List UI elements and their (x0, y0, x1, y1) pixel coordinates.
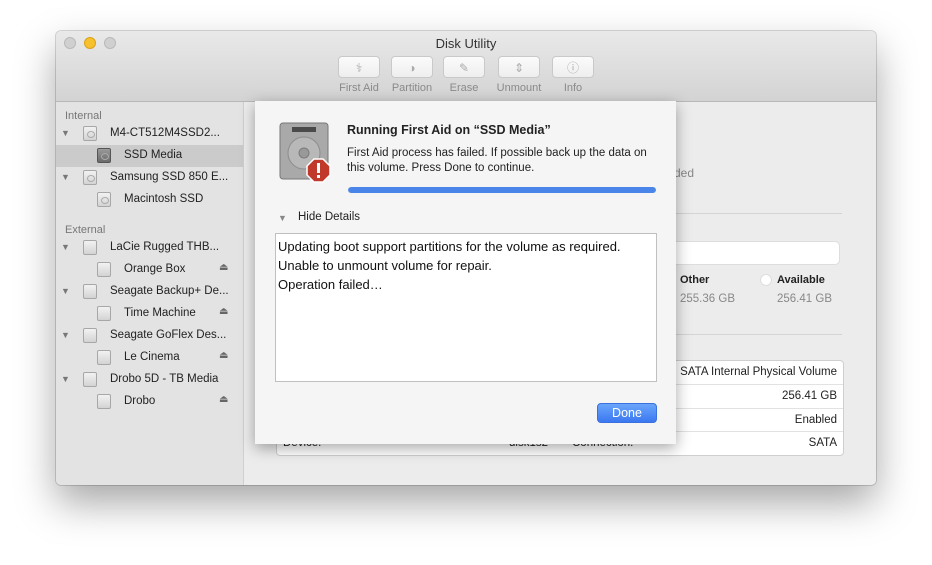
unmount-button[interactable]: ⇕ Unmount (497, 56, 541, 94)
sidebar-item-seagate-goflex-disk[interactable]: ▼ Seagate GoFlex Des... (56, 325, 243, 347)
disclosure-triangle-icon[interactable]: ▼ (61, 286, 70, 296)
legend-available-value: 256.41 GB (777, 293, 832, 305)
external-volume-icon (97, 306, 111, 321)
info-value: 256.41 GB (782, 390, 837, 402)
sheet-title: Running First Aid on “SSD Media” (347, 123, 551, 137)
log-line: Updating boot support partitions for the… (278, 239, 621, 254)
sidebar: Internal ▼ M4-CT512M4SSD2... SSD Media ▼… (56, 102, 244, 485)
info-button[interactable]: ⓘ Info (551, 56, 595, 94)
sidebar-item-label: Orange Box (124, 263, 186, 275)
legend-available-label: Available (777, 274, 825, 286)
log-line: Operation failed… (278, 277, 383, 292)
disclosure-triangle-icon[interactable]: ▼ (61, 172, 70, 182)
first-aid-button[interactable]: ⚕ First Aid (337, 56, 381, 94)
progress-bar (348, 187, 656, 193)
sheet-message: First Aid process has failed. If possibl… (347, 147, 647, 174)
disclosure-triangle-icon[interactable]: ▼ (61, 330, 70, 340)
info-label: Info (563, 82, 583, 94)
window-title: Disk Utility (435, 36, 497, 51)
sidebar-item-label: LaCie Rugged THB... (110, 241, 220, 253)
disclosure-triangle-icon[interactable]: ▼ (278, 213, 287, 223)
progress-fill (348, 187, 656, 193)
erase-button[interactable]: ✎ Erase (442, 56, 486, 94)
info-icon: ⓘ (566, 61, 579, 75)
section-external: External (65, 224, 106, 236)
info-value: SATA Internal Physical Volume (680, 366, 837, 378)
disclosure-triangle-icon[interactable]: ▼ (61, 128, 70, 138)
sidebar-item-macintosh-ssd[interactable]: Macintosh SSD (56, 189, 243, 211)
internal-disk-icon (83, 126, 97, 141)
sidebar-item-label: Samsung SSD 850 E... (110, 171, 229, 183)
sidebar-item-label: Drobo (124, 395, 156, 407)
info-value: Enabled (794, 414, 837, 426)
disclosure-triangle-icon[interactable]: ▼ (61, 374, 70, 384)
sidebar-item-label: Seagate GoFlex Des... (110, 329, 227, 341)
volume-icon (97, 192, 111, 207)
details-log[interactable]: Updating boot support partitions for the… (275, 233, 657, 382)
sidebar-item-label: SSD Media (124, 149, 183, 161)
stethoscope-icon: ⚕ (355, 61, 363, 75)
hide-details-toggle[interactable]: Hide Details (298, 211, 360, 223)
sidebar-item-drobo[interactable]: Drobo ⏏ (56, 391, 243, 413)
eject-icon[interactable]: ⏏ (219, 262, 228, 273)
sidebar-item-m4-disk[interactable]: ▼ M4-CT512M4SSD2... (56, 123, 243, 145)
sidebar-item-le-cinema[interactable]: Le Cinema ⏏ (56, 347, 243, 369)
volume-icon (97, 148, 111, 163)
sidebar-item-drobo-disk[interactable]: ▼ Drobo 5D - TB Media (56, 369, 243, 391)
eject-icon[interactable]: ⏏ (219, 350, 228, 361)
sidebar-item-label: Le Cinema (124, 351, 180, 363)
erase-icon: ✎ (458, 61, 470, 75)
sidebar-item-label: Macintosh SSD (124, 193, 204, 205)
first-aid-sheet: Running First Aid on “SSD Media” First A… (255, 101, 676, 444)
sidebar-item-label: Time Machine (124, 307, 196, 319)
section-internal: Internal (65, 110, 102, 122)
sidebar-item-orange-box[interactable]: Orange Box ⏏ (56, 259, 243, 281)
legend-other-label: Other (680, 274, 710, 286)
eject-icon[interactable]: ⏏ (219, 306, 228, 317)
sidebar-item-ssd-media[interactable]: SSD Media (56, 145, 243, 167)
external-disk-icon (83, 284, 97, 299)
internal-disk-icon (83, 170, 97, 185)
external-disk-icon (83, 372, 97, 387)
eject-icon[interactable]: ⏏ (219, 394, 228, 405)
external-volume-icon (97, 262, 111, 277)
unmount-icon: ⇕ (513, 61, 525, 75)
legend-other-value: 255.36 GB (680, 293, 735, 305)
external-disk-icon (83, 240, 97, 255)
log-line: Unable to unmount volume for repair. (278, 258, 492, 273)
sidebar-item-samsung-disk[interactable]: ▼ Samsung SSD 850 E... (56, 167, 243, 189)
done-button[interactable]: Done (597, 403, 657, 423)
sidebar-item-label: Drobo 5D - TB Media (110, 373, 219, 385)
disclosure-triangle-icon[interactable]: ▼ (61, 242, 70, 252)
volume-status-text: ded (674, 166, 695, 180)
external-volume-icon (97, 394, 111, 409)
sidebar-item-time-machine[interactable]: Time Machine ⏏ (56, 303, 243, 325)
info-value: SATA (808, 437, 837, 449)
sidebar-item-seagate-backup-disk[interactable]: ▼ Seagate Backup+ De... (56, 281, 243, 303)
sidebar-item-label: Seagate Backup+ De... (110, 285, 229, 297)
external-volume-icon (97, 350, 111, 365)
pie-chart-icon: ◑ (408, 61, 416, 75)
sidebar-item-label: M4-CT512M4SSD2... (110, 127, 220, 139)
available-legend-dot (760, 274, 772, 286)
title-bar: Disk Utility ⚕ First Aid ◑ Partition ✎ E… (56, 31, 876, 102)
sidebar-item-lacie-disk[interactable]: ▼ LaCie Rugged THB... (56, 237, 243, 259)
partition-button[interactable]: ◑ Partition (390, 56, 434, 94)
hard-drive-alert-icon (279, 122, 331, 183)
external-disk-icon (83, 328, 97, 343)
